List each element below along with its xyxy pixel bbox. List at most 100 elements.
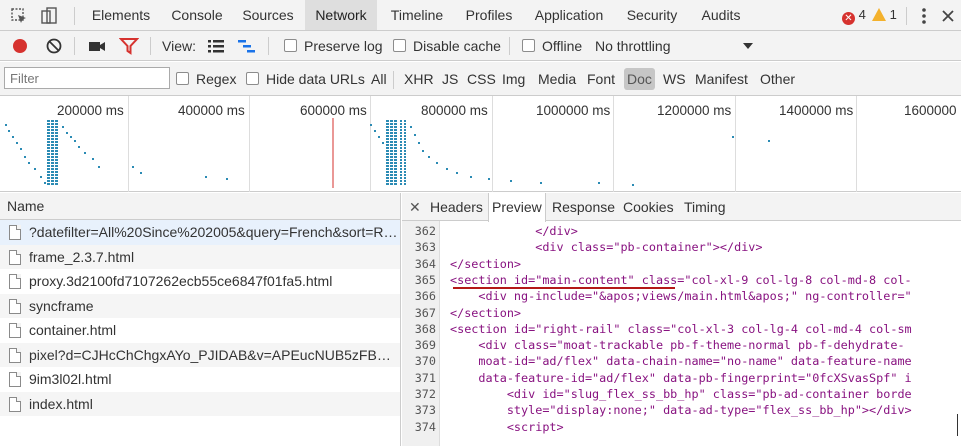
code-text: data-feature-id="ad/flex" data-pb-finger…: [450, 370, 912, 385]
overview-bar: [400, 138, 402, 140]
tab-sources[interactable]: Sources: [236, 0, 300, 30]
overview-bar: [400, 153, 402, 155]
tab-profiles[interactable]: Profiles: [458, 0, 520, 30]
request-row[interactable]: container.html: [0, 318, 400, 343]
overview-bar: [400, 141, 402, 143]
overview-bar: [51, 183, 54, 185]
line-number: 374: [414, 419, 436, 434]
code-line: 374 <script>: [402, 419, 961, 435]
overview-bar: [394, 144, 397, 146]
overview-bar: [55, 123, 58, 125]
more-options-icon[interactable]: [914, 6, 934, 26]
overview-bar: [386, 126, 389, 128]
inspect-element-icon[interactable]: [9, 6, 29, 26]
overview-bar: [47, 123, 50, 125]
filter-type-font[interactable]: Font: [587, 71, 615, 87]
overview-bar: [394, 132, 397, 134]
overview-bar: [400, 150, 402, 152]
overview-bar: [436, 162, 438, 164]
tab-timeline[interactable]: Timeline: [384, 0, 450, 30]
preserve-log-label: Preserve log: [304, 38, 383, 54]
overview-bar: [47, 165, 50, 167]
tab-audits[interactable]: Audits: [693, 0, 749, 30]
name-column-header[interactable]: Name: [0, 193, 400, 220]
source-preview[interactable]: 362 </div> 363 <div class="pb-container">…: [402, 221, 961, 446]
overview-bar: [394, 171, 397, 173]
overview-bar: [422, 150, 424, 152]
overview-bar: [400, 126, 402, 128]
code-text: <script>: [450, 419, 564, 434]
overview-bar: [400, 174, 402, 176]
filter-type-img[interactable]: Img: [502, 71, 525, 87]
hide-data-urls-checkbox[interactable]: [246, 72, 259, 85]
chevron-down-icon[interactable]: [738, 36, 758, 56]
overview-bar: [540, 182, 542, 184]
filter-input[interactable]: [4, 67, 170, 89]
overview-bar: [20, 148, 22, 150]
tab-network[interactable]: Network: [305, 0, 377, 30]
error-count-badge[interactable]: ✕ 4: [842, 7, 866, 25]
filter-type-xhr[interactable]: XHR: [404, 71, 434, 87]
overview-bar: [390, 150, 393, 152]
request-row[interactable]: 9im3l02l.html: [0, 367, 400, 392]
devtools-tabbar: Elements Console Sources Network Timelin…: [0, 0, 961, 31]
view-label: View:: [162, 38, 196, 54]
regex-checkbox[interactable]: [176, 72, 189, 85]
filter-type-ws[interactable]: WS: [663, 71, 686, 87]
close-devtools-icon[interactable]: [938, 6, 958, 26]
tab-console[interactable]: Console: [162, 0, 232, 30]
filter-icon[interactable]: [119, 36, 139, 56]
error-count: 4: [858, 7, 866, 22]
filter-type-doc[interactable]: Doc: [624, 68, 655, 90]
capture-screenshots-icon[interactable]: [87, 36, 107, 56]
tab-headers[interactable]: Headers: [427, 193, 486, 221]
overview-bar: [55, 162, 58, 164]
clear-icon[interactable]: [44, 36, 64, 56]
overview-bar: [404, 132, 406, 134]
overview-bar: [414, 134, 416, 136]
tab-security[interactable]: Security: [619, 0, 685, 30]
device-toolbar-icon[interactable]: [39, 6, 59, 26]
tab-elements[interactable]: Elements: [84, 0, 158, 30]
network-overview[interactable]: 200000 ms 400000 ms 600000 ms 800000 ms …: [0, 96, 961, 192]
error-icon: ✕: [842, 12, 855, 25]
overview-bar: [404, 165, 406, 167]
filter-type-css[interactable]: CSS: [467, 71, 496, 87]
overview-bar: [55, 144, 58, 146]
tab-preview[interactable]: Preview: [488, 193, 546, 222]
tab-application[interactable]: Application: [528, 0, 610, 30]
filter-type-other[interactable]: Other: [760, 71, 795, 87]
record-icon[interactable]: [10, 36, 30, 56]
offline-label: Offline: [542, 38, 583, 54]
large-request-rows-icon[interactable]: [206, 36, 226, 56]
throttling-select[interactable]: No throttling: [595, 38, 670, 54]
tab-cookies[interactable]: Cookies: [620, 193, 677, 221]
line-number: 368: [414, 321, 436, 336]
offline-checkbox[interactable]: [522, 39, 535, 52]
tab-timing[interactable]: Timing: [681, 193, 729, 221]
request-row[interactable]: proxy.3d2100fd7107262ecb55ce6847f01fa5.h…: [0, 269, 400, 294]
request-row[interactable]: syncframe: [0, 293, 400, 318]
disable-cache-checkbox[interactable]: [393, 39, 406, 52]
overview-bar: [47, 183, 50, 185]
preserve-log-checkbox[interactable]: [284, 39, 297, 52]
line-number: 370: [414, 354, 436, 369]
filter-type-manifest[interactable]: Manifest: [695, 71, 748, 87]
overview-bar: [400, 165, 402, 167]
request-row[interactable]: pixel?d=CJHcChChgxAYo_PJIDAB&v=APEucNUB5…: [0, 342, 400, 367]
overview-bar: [400, 144, 402, 146]
tab-response[interactable]: Response: [549, 193, 618, 221]
warning-count-badge[interactable]: 1: [872, 7, 897, 23]
overview-bar: [390, 156, 393, 158]
filter-type-media[interactable]: Media: [538, 71, 576, 87]
overview-bar: [47, 171, 50, 173]
show-overview-icon[interactable]: [237, 36, 257, 56]
filter-type-all[interactable]: All: [371, 71, 387, 87]
request-row[interactable]: frame_2.3.7.html: [0, 244, 400, 269]
filter-type-js[interactable]: JS: [442, 71, 458, 87]
request-row[interactable]: index.html: [0, 391, 400, 416]
request-row[interactable]: ?datefilter=All%20Since%202005&query=Fre…: [0, 220, 400, 245]
overview-bar: [390, 141, 393, 143]
overview-bar: [510, 180, 512, 182]
close-icon[interactable]: ✕: [409, 193, 421, 221]
